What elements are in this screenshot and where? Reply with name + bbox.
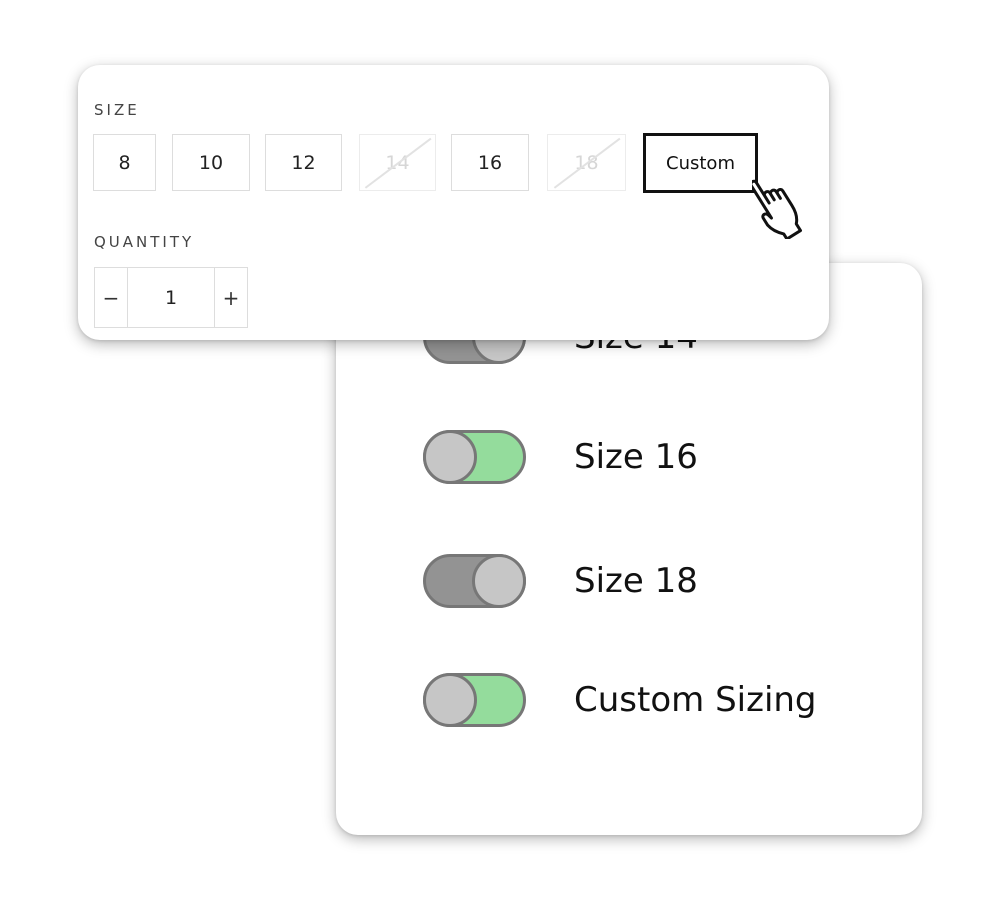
toggle-label-size-16: Size 16	[574, 437, 698, 477]
size-option-18-unavailable: 18	[547, 134, 626, 191]
size-option-10[interactable]: 10	[172, 134, 250, 191]
quantity-heading: QUANTITY	[94, 233, 195, 251]
unavailable-strike	[364, 137, 431, 188]
size-option-label: 10	[198, 151, 224, 174]
toggle-knob	[423, 430, 477, 484]
toggle-knob	[423, 673, 477, 727]
product-options-card: SIZE 8 10 12 14 16 18 Custom QUANTITY − …	[78, 65, 829, 340]
pointer-hand-icon	[752, 179, 803, 239]
size-option-label: 12	[291, 151, 316, 174]
size-option-label: Custom	[666, 152, 735, 174]
toggle-knob	[472, 554, 526, 608]
quantity-value[interactable]: 1	[128, 268, 214, 327]
toggle-size-18[interactable]	[423, 554, 526, 608]
size-option-label: 16	[477, 151, 503, 174]
unavailable-strike	[553, 137, 620, 188]
toggle-custom-sizing[interactable]	[423, 673, 526, 727]
quantity-stepper: − 1 +	[94, 267, 248, 328]
size-option-custom-selected[interactable]: Custom	[643, 133, 758, 193]
size-option-14-unavailable: 14	[359, 134, 436, 191]
toggle-row-size-18: Size 18	[423, 551, 698, 611]
toggle-label-size-18: Size 18	[574, 561, 698, 601]
size-settings-panel: Size 14 Size 16 Size 18 Custom Sizing	[336, 263, 922, 835]
quantity-increment-button[interactable]: +	[214, 268, 247, 327]
toggle-row-custom-sizing: Custom Sizing	[423, 670, 817, 730]
toggle-row-size-16: Size 16	[423, 427, 698, 487]
quantity-decrement-button[interactable]: −	[95, 268, 128, 327]
size-option-label: 8	[118, 151, 131, 174]
size-heading: SIZE	[94, 101, 140, 119]
size-option-16[interactable]: 16	[451, 134, 529, 191]
size-option-8[interactable]: 8	[93, 134, 156, 191]
stage: Size 14 Size 16 Size 18 Custom Sizing SI…	[0, 0, 1000, 900]
size-option-12[interactable]: 12	[265, 134, 342, 191]
toggle-label-custom-sizing: Custom Sizing	[574, 680, 817, 720]
toggle-size-16[interactable]	[423, 430, 526, 484]
